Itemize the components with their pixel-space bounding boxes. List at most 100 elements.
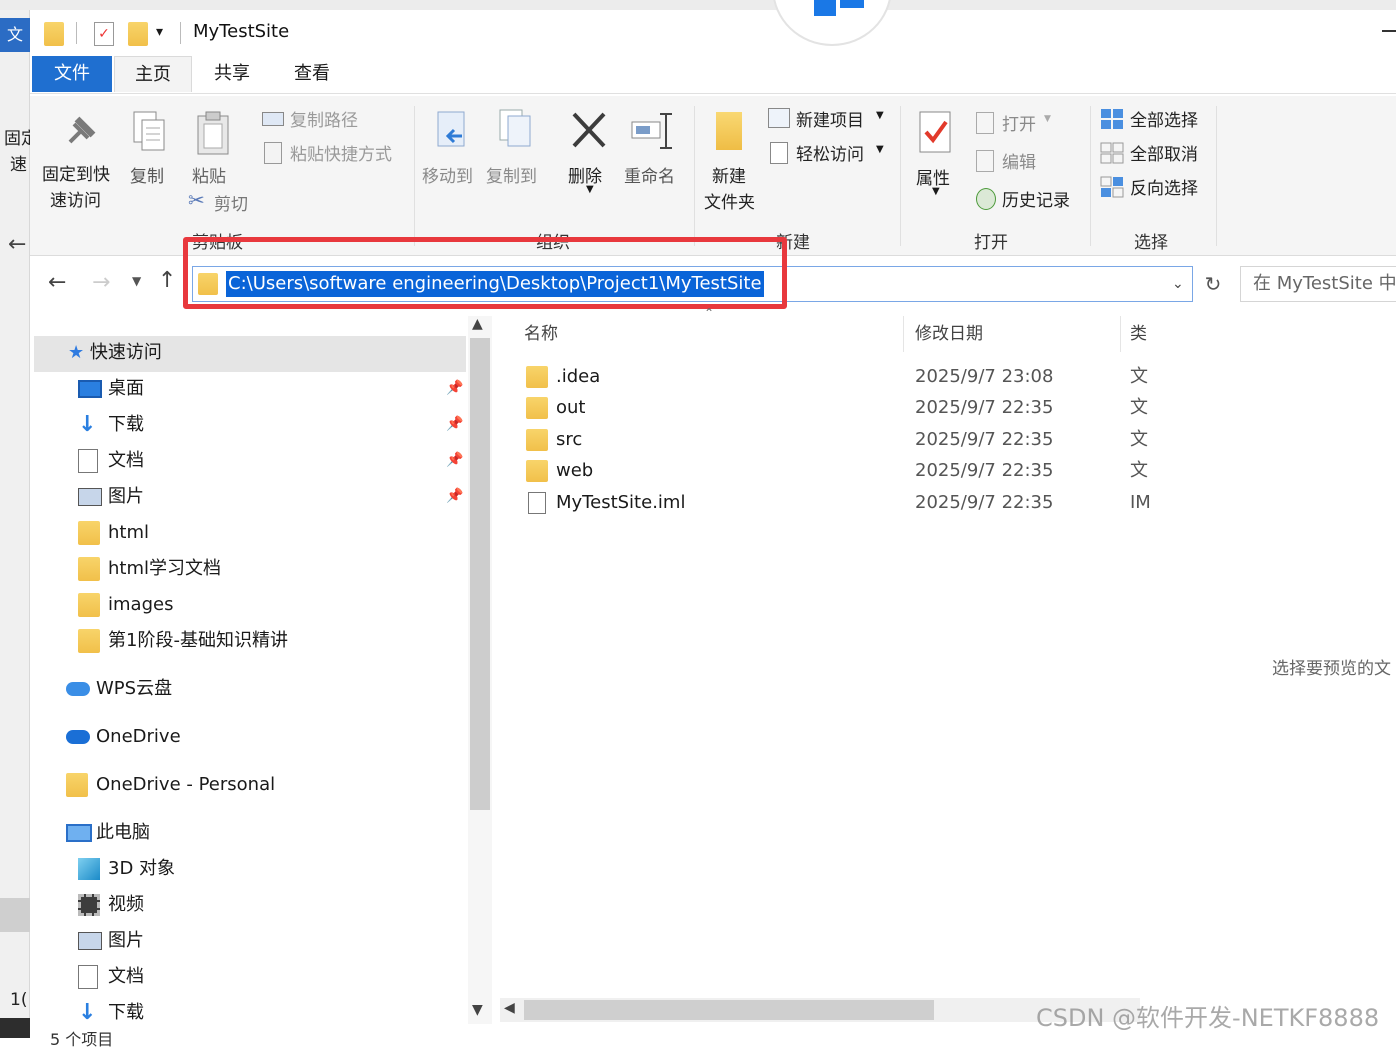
new-folder-button[interactable]: 新建 文件夹 [700, 104, 764, 214]
invert-selection-button[interactable]: 反向选择 [1100, 174, 1220, 200]
folder-icon [66, 773, 88, 797]
scroll-up-icon[interactable]: ▲ [472, 316, 483, 332]
cut-button[interactable]: ✂ 剪切 [188, 188, 258, 216]
new-item-icon [768, 108, 790, 128]
rename-button[interactable]: 重命名 [622, 104, 682, 194]
file-row[interactable]: .idea 2025/9/7 23:08 文 [522, 362, 1282, 392]
search-input[interactable]: 在 MyTestSite 中 [1240, 266, 1396, 302]
scissors-icon: ✂ [188, 188, 205, 212]
tab-home[interactable]: 主页 [114, 56, 192, 92]
nav-item-documents-pc[interactable]: 文档 [78, 960, 144, 994]
copy-path-button[interactable]: 复制路径 [262, 106, 402, 132]
nav-item-downloads-pc[interactable]: ↓ 下载 [78, 996, 144, 1030]
edit-button[interactable]: 编辑 [974, 148, 1084, 174]
desktop-icon [78, 380, 102, 398]
properties-icon [919, 111, 951, 153]
paste-button[interactable]: 粘贴 [190, 104, 240, 190]
select-none-button[interactable]: 全部取消 [1100, 140, 1220, 166]
recent-locations-button[interactable]: ▼ [132, 274, 141, 288]
back-button[interactable]: ← [48, 270, 66, 295]
column-divider[interactable] [903, 316, 904, 352]
windows-logo-icon [814, 0, 864, 16]
history-icon [976, 188, 996, 210]
open-button[interactable]: 打开 ▼ [974, 110, 1084, 136]
nav-item-onedrive-personal[interactable]: OneDrive - Personal [66, 768, 275, 802]
sort-ascending-icon: ⌃ [704, 306, 715, 320]
tab-file[interactable]: 文件 [32, 56, 112, 92]
new-folder-label-2: 文件夹 [704, 193, 755, 213]
tab-view[interactable]: 查看 [276, 56, 348, 92]
column-header-type[interactable]: 类 [1130, 319, 1147, 344]
pin-to-quick-access-button[interactable]: 固定到快 速访问 [40, 104, 120, 224]
nav-item-videos[interactable]: 视频 [78, 888, 144, 922]
file-row[interactable]: MyTestSite.iml 2025/9/7 22:35 IM [522, 488, 1282, 518]
nav-item-this-pc[interactable]: 此电脑 [66, 816, 150, 850]
paste-shortcut-button[interactable]: 粘贴快捷方式 [262, 140, 412, 166]
column-header-name[interactable]: 名称 [524, 319, 558, 344]
tab-share[interactable]: 共享 [196, 56, 268, 92]
nav-item-desktop[interactable]: 桌面 [78, 372, 144, 406]
delete-button[interactable]: 删除 ▼ [566, 104, 612, 200]
new-item-button[interactable]: 新建项目 ▼ [768, 106, 892, 132]
nav-item-folder[interactable]: images [78, 588, 173, 622]
properties-button[interactable]: 属性 ▼ [912, 104, 962, 200]
nav-item-wps-cloud[interactable]: WPS云盘 [66, 672, 172, 706]
forward-button[interactable]: → [92, 270, 110, 295]
select-all-button[interactable]: 全部选择 [1100, 106, 1220, 132]
nav-item-folder[interactable]: html [78, 516, 149, 550]
copy-label: 复制 [130, 167, 164, 187]
file-row[interactable]: out 2025/9/7 22:35 文 [522, 393, 1282, 423]
highlight-box [183, 237, 787, 309]
group-separator [1216, 106, 1217, 246]
column-header-date[interactable]: 修改日期 [915, 319, 983, 344]
file-row[interactable]: web 2025/9/7 22:35 文 [522, 456, 1282, 486]
refresh-button[interactable]: ↻ [1196, 266, 1230, 302]
file-row[interactable]: src 2025/9/7 22:35 文 [522, 425, 1282, 455]
nav-item-documents[interactable]: 文档 [78, 444, 144, 478]
horizontal-scrollbar-thumb[interactable] [524, 1000, 934, 1020]
document-icon [78, 965, 98, 989]
nav-item-folder[interactable]: 第1阶段-基础知识精讲 [78, 624, 288, 658]
pin-icon[interactable]: 📌 [446, 380, 463, 396]
scroll-left-icon[interactable]: ◀ [504, 1000, 515, 1016]
3d-objects-icon [78, 858, 100, 880]
copy-to-button[interactable]: 复制到 [486, 104, 546, 194]
group-label-open: 打开 [974, 233, 1008, 253]
nav-label: html [108, 522, 150, 543]
nav-item-pictures-pc[interactable]: 图片 [78, 924, 144, 958]
nav-item-downloads[interactable]: ↓ 下载 [78, 408, 144, 442]
column-divider[interactable] [1120, 316, 1121, 352]
file-date: 2025/9/7 23:08 [915, 366, 1054, 387]
nav-quick-access[interactable]: ★ 快速访问 [68, 336, 162, 370]
scroll-down-icon[interactable]: ▼ [472, 1002, 483, 1018]
select-all-label: 全部选择 [1130, 111, 1198, 131]
history-button[interactable]: 历史记录 [974, 186, 1084, 212]
back-arrow-icon[interactable]: ← [8, 232, 26, 257]
computer-icon [66, 824, 92, 842]
minimize-button[interactable] [1382, 30, 1396, 32]
up-button[interactable]: ↑ [158, 268, 176, 293]
new-folder-quick-icon[interactable] [128, 22, 148, 46]
nav-item-pictures[interactable]: 图片 [78, 480, 144, 514]
nav-item-onedrive[interactable]: OneDrive [66, 720, 181, 754]
pin-icon[interactable]: 📌 [446, 416, 463, 432]
top-edge [0, 0, 1396, 10]
nav-label: 图片 [108, 486, 144, 507]
pin-icon[interactable]: 📌 [446, 488, 463, 504]
select-none-icon [1100, 142, 1124, 164]
properties-quick-icon[interactable]: ✓ [94, 22, 114, 46]
easy-access-button[interactable]: 轻松访问 ▼ [768, 140, 892, 166]
nav-label: 3D 对象 [108, 858, 176, 879]
dropdown-arrow-icon: ▼ [876, 144, 884, 155]
nav-item-folder[interactable]: html学习文档 [78, 552, 221, 586]
nav-item-3d-objects[interactable]: 3D 对象 [78, 852, 175, 886]
folder-icon [526, 397, 548, 419]
nav-scrollbar-thumb[interactable] [470, 338, 490, 810]
address-dropdown-chevron-icon[interactable]: ⌄ [1172, 276, 1184, 292]
select-all-icon [1101, 109, 1123, 129]
delete-x-icon [572, 112, 606, 148]
move-to-button[interactable]: 移动到 [422, 104, 482, 194]
copy-button[interactable]: 复制 [128, 104, 172, 190]
pin-icon[interactable]: 📌 [446, 452, 463, 468]
customize-toolbar-icon[interactable]: ▾ [156, 24, 163, 40]
